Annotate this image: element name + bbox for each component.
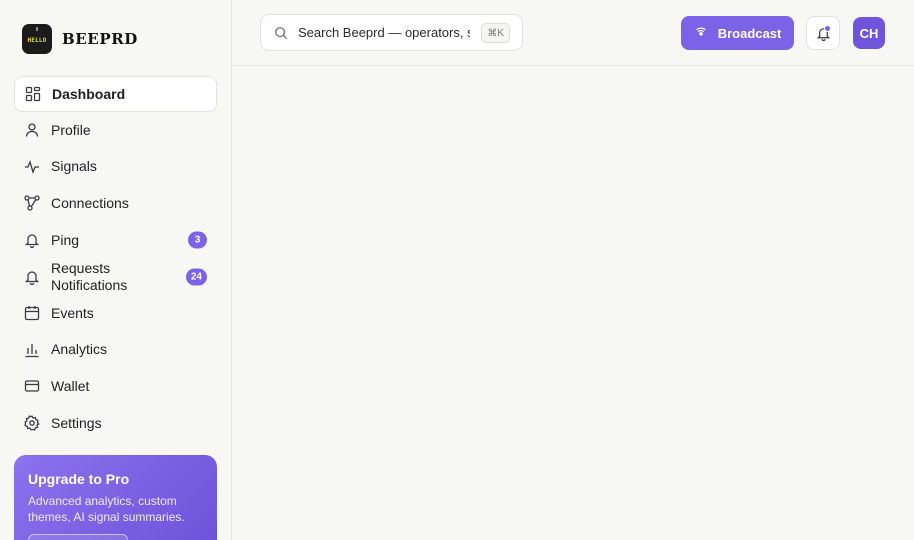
upgrade-button[interactable] — [28, 534, 128, 540]
sidebar-item-requests-notifications[interactable]: Requests Notifications 24 — [14, 258, 217, 295]
search-input[interactable] — [298, 25, 470, 40]
upgrade-description: Advanced analytics, custom themes, AI si… — [28, 494, 185, 524]
credit-card-icon — [24, 378, 40, 394]
notifications-button[interactable] — [806, 16, 840, 50]
bell-icon — [24, 269, 40, 285]
upgrade-card: Upgrade to Pro Advanced analytics, custo… — [14, 455, 217, 540]
count-badge: 3 — [188, 231, 207, 249]
brand[interactable]: HELLO BEEPRD — [22, 24, 138, 54]
sidebar-item-dashboard[interactable]: Dashboard — [14, 76, 217, 112]
activity-icon — [24, 159, 40, 175]
topbar: ⌘K Broadcast CH — [232, 0, 914, 66]
sidebar-item-label: Ping — [51, 231, 80, 248]
sidebar-item-signals[interactable]: Signals — [14, 149, 217, 186]
sidebar-item-label: Analytics — [51, 341, 108, 358]
sidebar-item-label: Connections — [51, 194, 129, 211]
sidebar-item-settings[interactable]: Settings — [14, 405, 217, 442]
sidebar-item-label: Requests Notifications — [51, 260, 127, 294]
broadcast-icon — [695, 27, 706, 36]
broadcast-button[interactable]: Broadcast — [681, 16, 794, 50]
sidebar-item-label: Signals — [51, 158, 97, 175]
sidebar-item-label: Wallet — [51, 377, 90, 394]
search-icon — [275, 26, 288, 39]
gear-icon — [24, 415, 40, 431]
sidebar-item-connections[interactable]: Connections — [14, 185, 217, 222]
bell-icon — [24, 232, 40, 249]
dashboard-icon — [25, 86, 41, 102]
sidebar-item-label: Settings — [51, 414, 102, 431]
sidebar-item-analytics[interactable]: Analytics — [14, 332, 217, 369]
sidebar-item-label: Profile — [51, 121, 91, 138]
search-bar[interactable]: ⌘K — [260, 14, 523, 51]
label-line-2: Notifications — [51, 276, 128, 293]
sidebar-item-label: Events — [51, 304, 94, 321]
label-line-1: Requests — [51, 259, 111, 276]
sidebar-nav: Dashboard Profile Signals Connections Pi — [14, 76, 217, 441]
count-badge: 24 — [185, 268, 207, 286]
sidebar-item-label: Dashboard — [52, 85, 126, 102]
user-icon — [24, 122, 40, 138]
broadcast-label: Broadcast — [717, 25, 782, 41]
brand-name: BEEPRD — [62, 30, 138, 48]
sidebar-item-profile[interactable]: Profile — [14, 112, 217, 149]
calendar-icon — [24, 305, 40, 321]
shortcut-hint: ⌘K — [481, 23, 510, 43]
avatar[interactable]: CH — [853, 17, 885, 49]
main-content — [232, 67, 914, 540]
notification-dot — [824, 25, 831, 32]
network-icon — [24, 195, 40, 212]
brand-logo: HELLO — [22, 24, 52, 54]
upgrade-title: Upgrade to Pro — [28, 471, 130, 487]
sidebar-item-events[interactable]: Events — [14, 295, 217, 332]
sidebar: HELLO BEEPRD Dashboard Profile Signals C… — [0, 0, 232, 540]
sidebar-item-wallet[interactable]: Wallet — [14, 368, 217, 405]
bar-chart-icon — [24, 342, 40, 358]
sidebar-item-ping[interactable]: Ping 3 — [14, 222, 217, 259]
